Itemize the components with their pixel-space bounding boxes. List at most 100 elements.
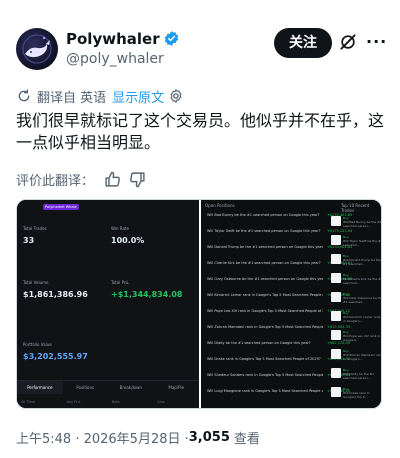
trade-desc: Will Taylor Swift be the #1 searched... [343,239,382,247]
trade-desc: Will Charlie Kirk be the #1 searched... [343,277,382,285]
tweet-text: 我们很早就标记了这个交易员。他似乎并不在乎，这一点似乎相当明显。 [16,111,385,152]
translate-icon [18,89,30,102]
translation-info: 翻译自 英语 显示原文 [16,86,184,106]
tweet-media[interactable]: Polymarket Whale Total Trades 33 Win Rat… [16,199,382,409]
show-original-link[interactable]: 显示原文 [112,87,164,106]
filter-live: Live [157,400,165,404]
trade-desc: Will Drake rank in Google's Top 5... [343,391,370,399]
trade-text: Buy Will Drake rank in Google's Top 5... [343,387,381,399]
tab-performance: Performance [17,380,63,394]
trade-thumbnail [331,349,341,359]
trade-row: Buy Will Pope Leo XIV rank in Google's... [329,330,381,342]
gear-icon[interactable] [168,88,184,104]
trade-text: Buy Will Donald Trump be the #1 searched.… [343,254,381,266]
trade-thumbnail [331,368,341,378]
filter-bets: Bets [112,400,120,404]
position-row: Will Charlie Kirk be the #1 searched per… [207,261,352,271]
trade-text: Buy Will Ozzy Osbourne be the #1 searched… [343,292,382,304]
position-title: Will Zohran Mamdani rank in Google's Top… [207,325,323,329]
total-pnl-label: Total PnL [111,280,129,285]
trade-thumbnail [331,254,341,264]
trade-thumbnail [331,235,341,245]
position-row: Will Shedeur Sanders rank in Google's To… [207,373,350,383]
trade-row: Buy Will Bad Bunny be the #1 searched per… [329,216,382,228]
whale-badge: Polymarket Whale [43,204,79,210]
stats-filters: All Time Any PnL Bets Live [17,396,199,408]
rate-translation: 评价此翻译： [16,169,146,189]
trade-thumbnail [331,292,341,302]
verified-badge-icon [164,31,179,46]
position-title: Will Luigi Mangione rank in Google's Top… [207,389,323,393]
author-handle[interactable]: @poly_whaler [66,51,164,67]
total-trades-label: Total Trades [23,226,47,231]
follow-button[interactable]: 关注 [274,28,332,58]
trade-row: Buy Will Kendrick Lamar rank in Google's.… [329,311,381,323]
trade-thumbnail [331,311,341,321]
trade-desc: Will Pope Leo XIV rank in Google's... [343,334,381,342]
position-title: Will Shedeur Sanders rank in Google's To… [207,373,323,377]
filter-pnl: Any PnL [66,400,81,404]
stats-screenshot: Polymarket Whale Total Trades 33 Win Rat… [17,200,199,408]
position-row: Will Drake rank in Google's Top 5 Most S… [207,357,350,367]
trade-text: Buy Will Taylor Swift be the #1 searched.… [343,235,382,247]
author-name[interactable]: Polywhaler [66,30,160,48]
thumbs-up-icon[interactable] [104,171,121,188]
trade-row: Buy Will Ozzy Osbourne be the #1 searched… [329,292,382,304]
stats-tabs: Performance Positions Breakdown Map/Pie [17,380,199,394]
more-icon[interactable]: ··· [366,32,388,52]
position-row: Will Pope Leo XIV rank in Google's Top 5… [207,309,350,319]
position-title: Will Charlie Kirk be the #1 searched per… [207,261,321,265]
trade-row: Buy Will Charlie Kirk be the #1 searched.… [329,273,382,285]
positions-screenshot: Open Positions Top 10 Recent Trades Will… [201,200,382,408]
position-value: +$75,502.33 [327,325,350,329]
position-title: Will Kendrick Lamar rank in Google's Top… [207,293,323,297]
trade-text: Buy Will Pope Leo XIV rank in Google's... [343,330,381,342]
trade-desc: Will Ozzy Osbourne be the #1 searched... [343,296,382,304]
trade-row: Buy Will Diddy be the #1 searched person.… [329,368,381,380]
trade-text: Buy Will Zohran Mamdani rank in Google's.… [343,349,381,361]
win-rate-label: Win Rate [111,226,129,231]
grok-icon[interactable] [338,32,358,52]
trade-thumbnail [331,387,341,397]
position-title: Will Donald Trump be the #1 searched per… [207,245,323,249]
tweet-header: Polywhaler @poly_whaler 关注 ··· [16,24,388,70]
trade-row: Buy Will Donald Trump be the #1 searched.… [329,254,381,266]
position-title: Will Ozzy Osbourne be the #1 searched pe… [207,277,323,281]
position-row: Will Kendrick Lamar rank in Google's Top… [207,293,350,303]
position-row: Will Bad Bunny be the #1 searched person… [207,213,352,223]
position-title: Will Pope Leo XIV rank in Google's Top 5… [207,309,323,313]
trade-row: Buy Will Drake rank in Google's Top 5... [329,387,381,399]
positions-header: Open Positions [205,203,235,208]
total-trades-value: 33 [23,236,35,245]
trade-text: Buy Will Diddy be the #1 searched person.… [343,368,381,380]
trade-desc: Will Kendrick Lamar rank in Google's... [343,315,381,323]
position-row: Will Donald Trump be the #1 searched per… [207,245,352,255]
translation-label: 翻译自 英语 [37,90,107,106]
position-title: Will Diddy be the #1 searched person on … [207,341,311,345]
position-title: Will Taylor Swift be the #1 searched per… [207,229,321,233]
position-row: Will Diddy be the #1 searched person on … [207,341,350,351]
total-volume-value: $1,861,386.96 [23,290,88,299]
total-volume-label: Total Volume [23,280,49,285]
position-row: Will Zohran Mamdani rank in Google's Top… [207,325,350,335]
position-row: Will Ozzy Osbourne be the #1 searched pe… [207,277,352,287]
portfolio-label: Portfolio Value [23,342,52,347]
tab-positions: Positions [62,380,108,394]
tab-breakdown: Breakdown [108,380,154,394]
trades-header: Top 10 Recent Trades [341,203,370,213]
total-pnl-value: +$1,344,834.08 [111,290,183,299]
avatar[interactable] [16,28,58,70]
tab-map-pie: Map/Pie [153,380,199,394]
trade-thumbnail [331,216,341,226]
trade-text: Buy Will Charlie Kirk be the #1 searched.… [343,273,382,285]
thumbs-down-icon[interactable] [129,171,146,188]
trade-desc: Will Diddy be the #1 searched person... [343,372,375,380]
trade-text: Buy Will Kendrick Lamar rank in Google's.… [343,311,381,323]
position-row: Will Taylor Swift be the #1 searched per… [207,229,352,239]
position-value: +$175,223.94 [327,229,353,233]
trade-desc: Will Bad Bunny be the #1 searched person… [343,220,382,228]
views-count: 3,055 [188,430,230,445]
timestamp[interactable]: 上午5:48 · 2026年5月28日 · [16,428,189,447]
position-title: Will Drake rank in Google's Top 5 Most S… [207,357,321,361]
trade-thumbnail [331,273,341,283]
